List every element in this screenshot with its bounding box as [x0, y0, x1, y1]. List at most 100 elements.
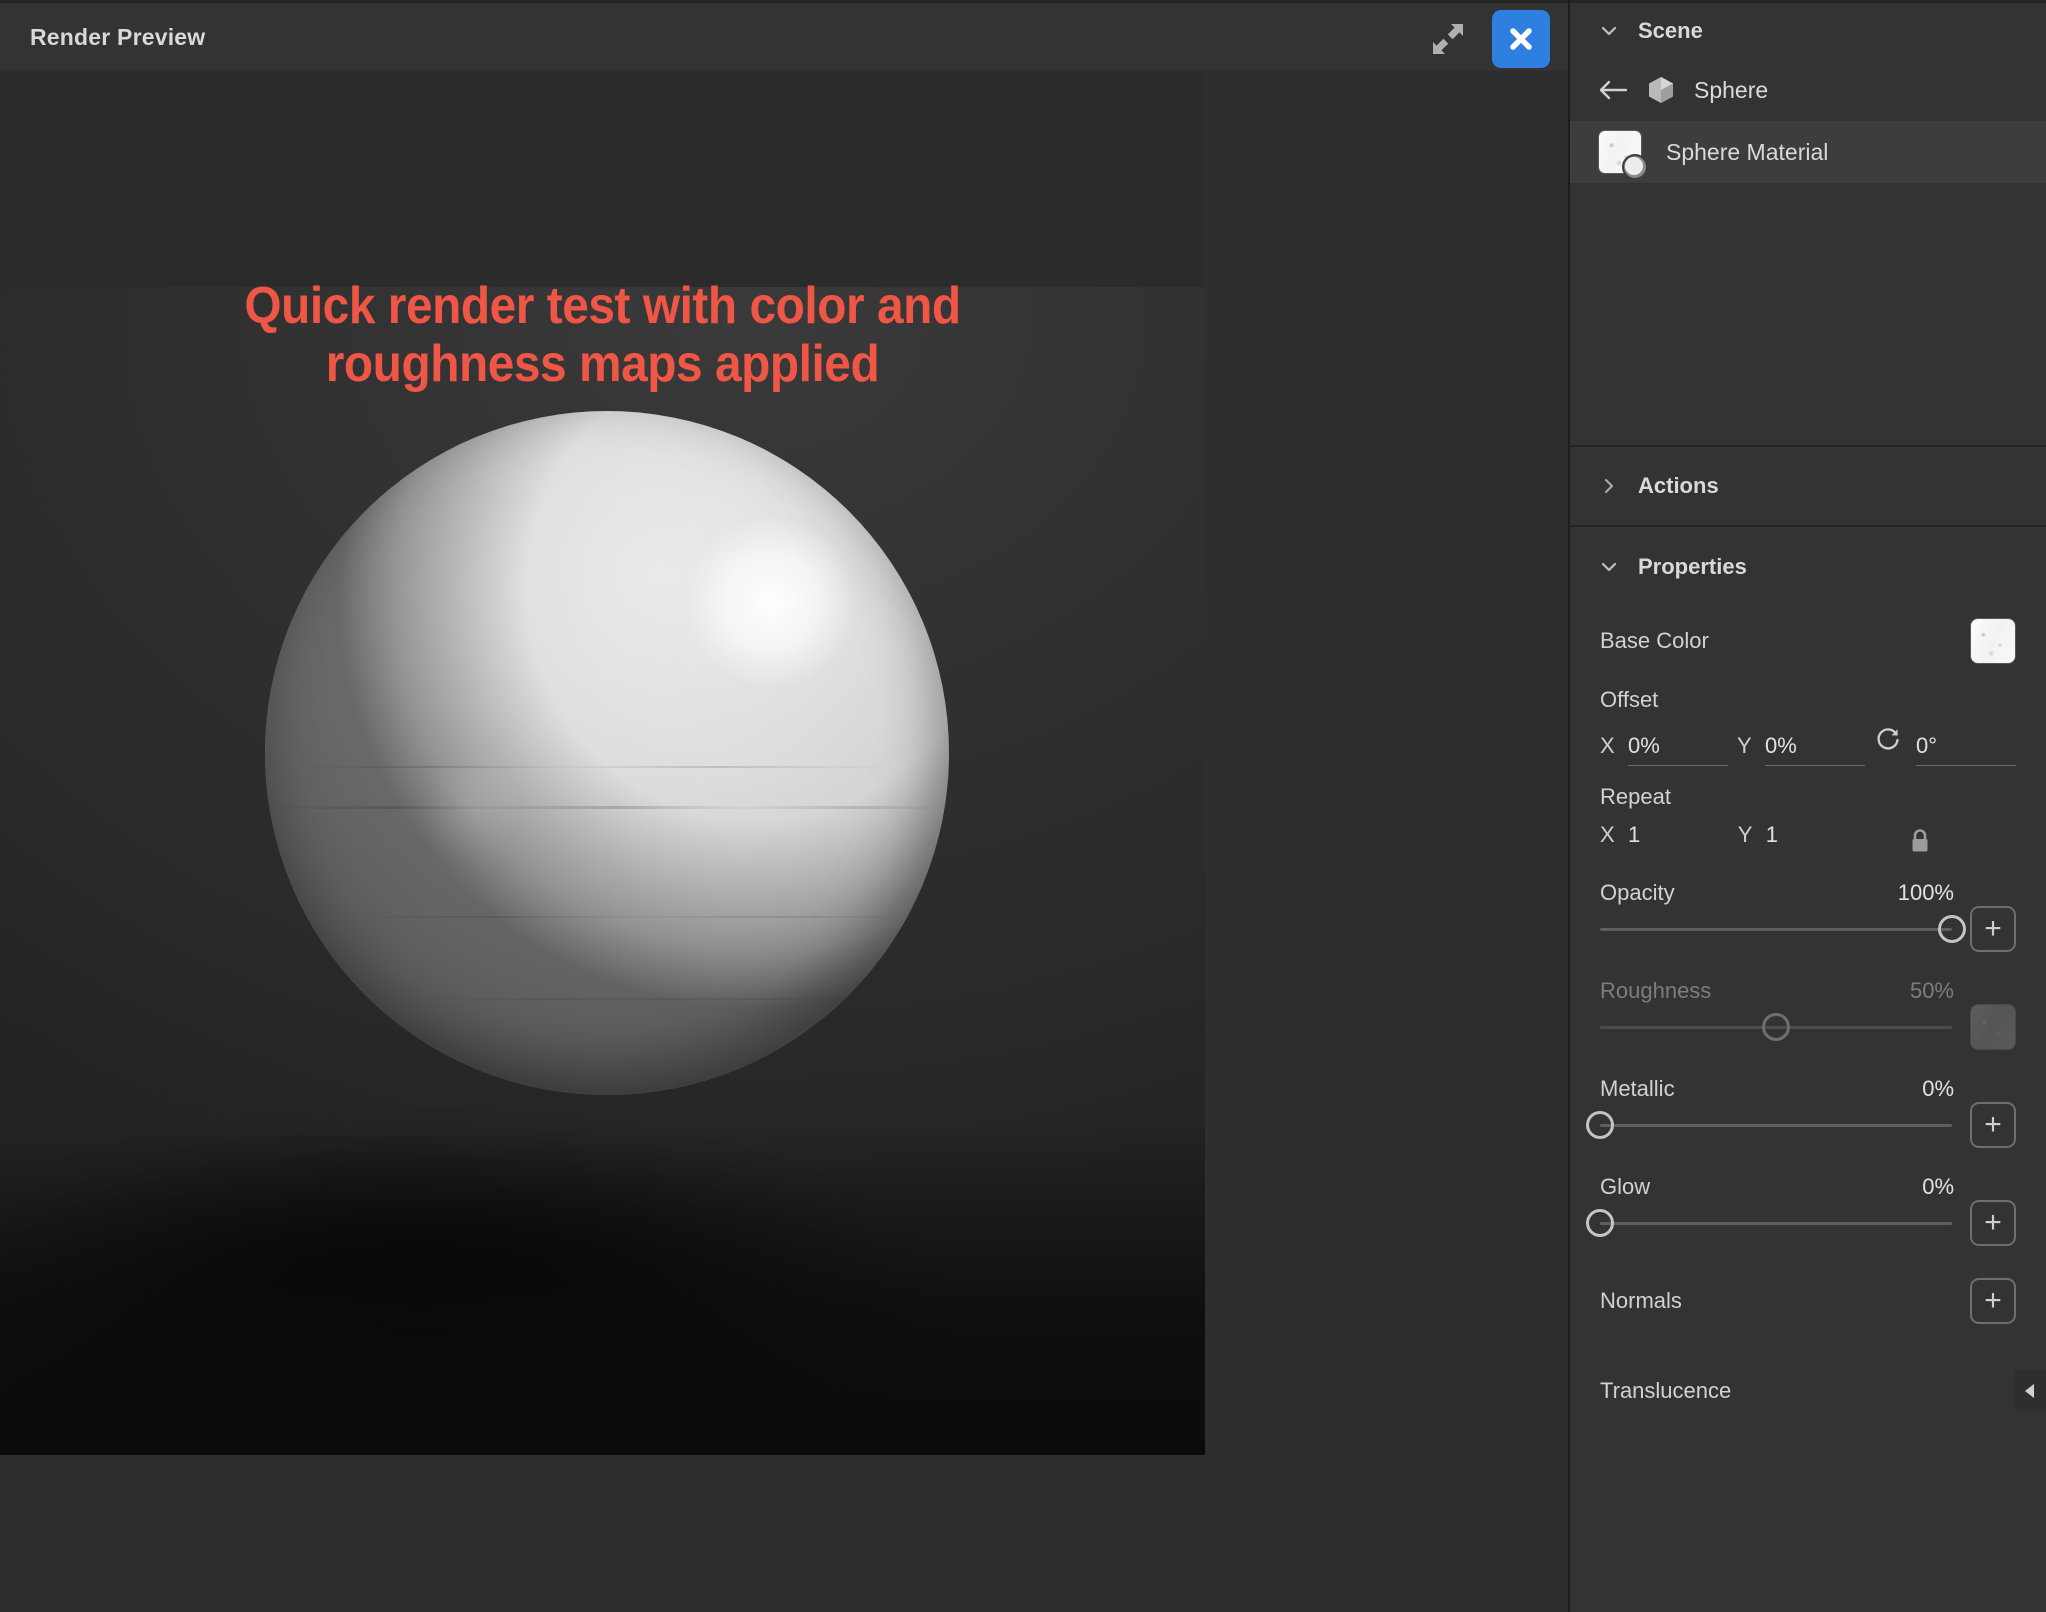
metallic-knob[interactable]	[1586, 1111, 1614, 1139]
translucence-expand-button[interactable]	[2014, 1371, 2046, 1411]
repeat-x-axis-label: X	[1600, 822, 1628, 848]
normals-row: Normals +	[1600, 1276, 2016, 1326]
opacity-knob[interactable]	[1938, 915, 1966, 943]
opacity-body: +	[1600, 906, 2016, 952]
plus-icon: +	[1984, 1110, 2002, 1140]
marble-texture-thumbnail	[1598, 130, 1642, 174]
collapse-arrows-icon[interactable]	[1422, 13, 1474, 65]
roughness-label: Roughness	[1600, 978, 1711, 1004]
opacity-add-map-button[interactable]: +	[1970, 906, 2016, 952]
normals-add-map-button[interactable]: +	[1970, 1278, 2016, 1324]
render-top-band	[0, 72, 1205, 287]
breadcrumb[interactable]: Sphere	[1570, 59, 2046, 121]
render-preview-app: Render Preview	[0, 0, 2046, 1612]
translucence-row: Translucence	[1600, 1366, 2016, 1416]
metallic-track	[1600, 1124, 1952, 1127]
metallic-head: Metallic 0%	[1600, 1076, 2016, 1102]
repeat-group: Repeat X 1 Y 1	[1600, 784, 2016, 854]
render-bottom-vignette	[0, 1125, 1205, 1455]
roughness-value: 50%	[1910, 978, 1954, 1004]
render-viewport[interactable]: Quick render test with color and roughne…	[0, 72, 1568, 1612]
cube-icon	[1648, 76, 1674, 104]
repeat-lock-toggle[interactable]	[1875, 828, 2016, 854]
glow-track	[1600, 1222, 1952, 1225]
offset-x-field[interactable]: X 0%	[1600, 733, 1737, 766]
triangle-left-icon	[2022, 1382, 2038, 1400]
chevron-down-icon	[1598, 21, 1620, 41]
normals-label: Normals	[1600, 1288, 1682, 1314]
plus-icon: +	[1984, 914, 2002, 944]
list-item-sphere-material[interactable]: Sphere Material	[1570, 121, 2046, 183]
metallic-add-map-button[interactable]: +	[1970, 1102, 2016, 1148]
repeat-x-value[interactable]: 1	[1628, 822, 1728, 854]
offset-fields: X 0% Y 0% 0°	[1600, 725, 2016, 766]
repeat-label: Repeat	[1600, 784, 2016, 810]
chevron-down-icon	[1598, 557, 1620, 577]
close-button[interactable]	[1492, 10, 1550, 68]
offset-group: Offset X 0% Y 0%	[1600, 687, 2016, 766]
opacity-value: 100%	[1898, 880, 1954, 906]
opacity-label: Opacity	[1600, 880, 1675, 906]
roughness-head: Roughness 50%	[1600, 978, 2016, 1004]
metallic-label: Metallic	[1600, 1076, 1675, 1102]
sphere-shading	[265, 411, 949, 1095]
offset-x-value[interactable]: 0%	[1628, 733, 1728, 766]
plus-icon: +	[1984, 1208, 2002, 1238]
opacity-track	[1600, 928, 1952, 931]
base-color-swatch[interactable]	[1970, 618, 2016, 664]
page-title: Render Preview	[30, 24, 205, 51]
opacity-slider[interactable]	[1600, 911, 1952, 947]
glow-slider-block: Glow 0% +	[1600, 1174, 2016, 1246]
scene-section: Scene Sphere Sphe	[1570, 3, 2046, 445]
annotation-line-2: roughness maps applied	[48, 335, 1157, 393]
repeat-x-field[interactable]: X 1	[1600, 822, 1738, 854]
render-preview-panel: Render Preview	[0, 0, 1570, 1612]
translucence-label: Translucence	[1600, 1378, 1731, 1404]
repeat-y-axis-label: Y	[1738, 822, 1766, 848]
properties-header[interactable]: Properties	[1570, 527, 2046, 607]
chevron-right-icon	[1598, 476, 1620, 496]
properties-sidebar: Scene Sphere Sphe	[1570, 0, 2046, 1612]
back-arrow-icon[interactable]	[1598, 79, 1628, 101]
offset-x-axis-label: X	[1600, 733, 1628, 759]
annotation-text: Quick render test with color and roughne…	[48, 277, 1157, 393]
metallic-slider[interactable]	[1600, 1107, 1952, 1143]
base-color-row: Base Color	[1600, 613, 2016, 669]
metallic-slider-block: Metallic 0% +	[1600, 1076, 2016, 1148]
roughness-knob[interactable]	[1762, 1013, 1790, 1041]
roughness-texture-swatch[interactable]	[1970, 1004, 2016, 1050]
roughness-slider[interactable]	[1600, 1009, 1952, 1045]
repeat-y-value[interactable]: 1	[1766, 822, 1866, 854]
roughness-slider-block: Roughness 50%	[1600, 978, 2016, 1050]
rotate-icon	[1874, 725, 1916, 753]
repeat-y-field[interactable]: Y 1	[1738, 822, 1876, 854]
render-image[interactable]: Quick render test with color and roughne…	[0, 72, 1205, 1455]
offset-y-field[interactable]: Y 0%	[1737, 733, 1874, 766]
offset-y-value[interactable]: 0%	[1765, 733, 1865, 766]
offset-rotation-value[interactable]: 0°	[1916, 733, 2016, 766]
offset-label: Offset	[1600, 687, 2016, 713]
glow-body: +	[1600, 1200, 2016, 1246]
properties-section: Properties Base Color Offset X 0%	[1570, 527, 2046, 1612]
roughness-body	[1600, 1004, 2016, 1050]
glow-add-map-button[interactable]: +	[1970, 1200, 2016, 1246]
lock-icon	[1909, 828, 1931, 854]
plus-icon: +	[1984, 1286, 2002, 1316]
opacity-slider-block: Opacity 100% +	[1600, 880, 2016, 952]
actions-header-label: Actions	[1638, 473, 1719, 499]
titlebar-actions	[1422, 3, 1550, 75]
glow-knob[interactable]	[1586, 1209, 1614, 1237]
sphere-badge-icon	[1622, 154, 1648, 180]
actions-header[interactable]: Actions	[1570, 447, 2046, 525]
material-name-label: Sphere Material	[1666, 139, 1828, 166]
breadcrumb-label: Sphere	[1694, 77, 1768, 104]
scene-header[interactable]: Scene	[1570, 3, 2046, 59]
metallic-body: +	[1600, 1102, 2016, 1148]
offset-y-axis-label: Y	[1737, 733, 1765, 759]
close-icon	[1505, 23, 1537, 55]
glow-label: Glow	[1600, 1174, 1650, 1200]
rendered-sphere	[265, 411, 949, 1095]
base-color-label: Base Color	[1600, 628, 1709, 654]
offset-rotation-field[interactable]: 0°	[1874, 725, 2016, 766]
glow-slider[interactable]	[1600, 1205, 1952, 1241]
